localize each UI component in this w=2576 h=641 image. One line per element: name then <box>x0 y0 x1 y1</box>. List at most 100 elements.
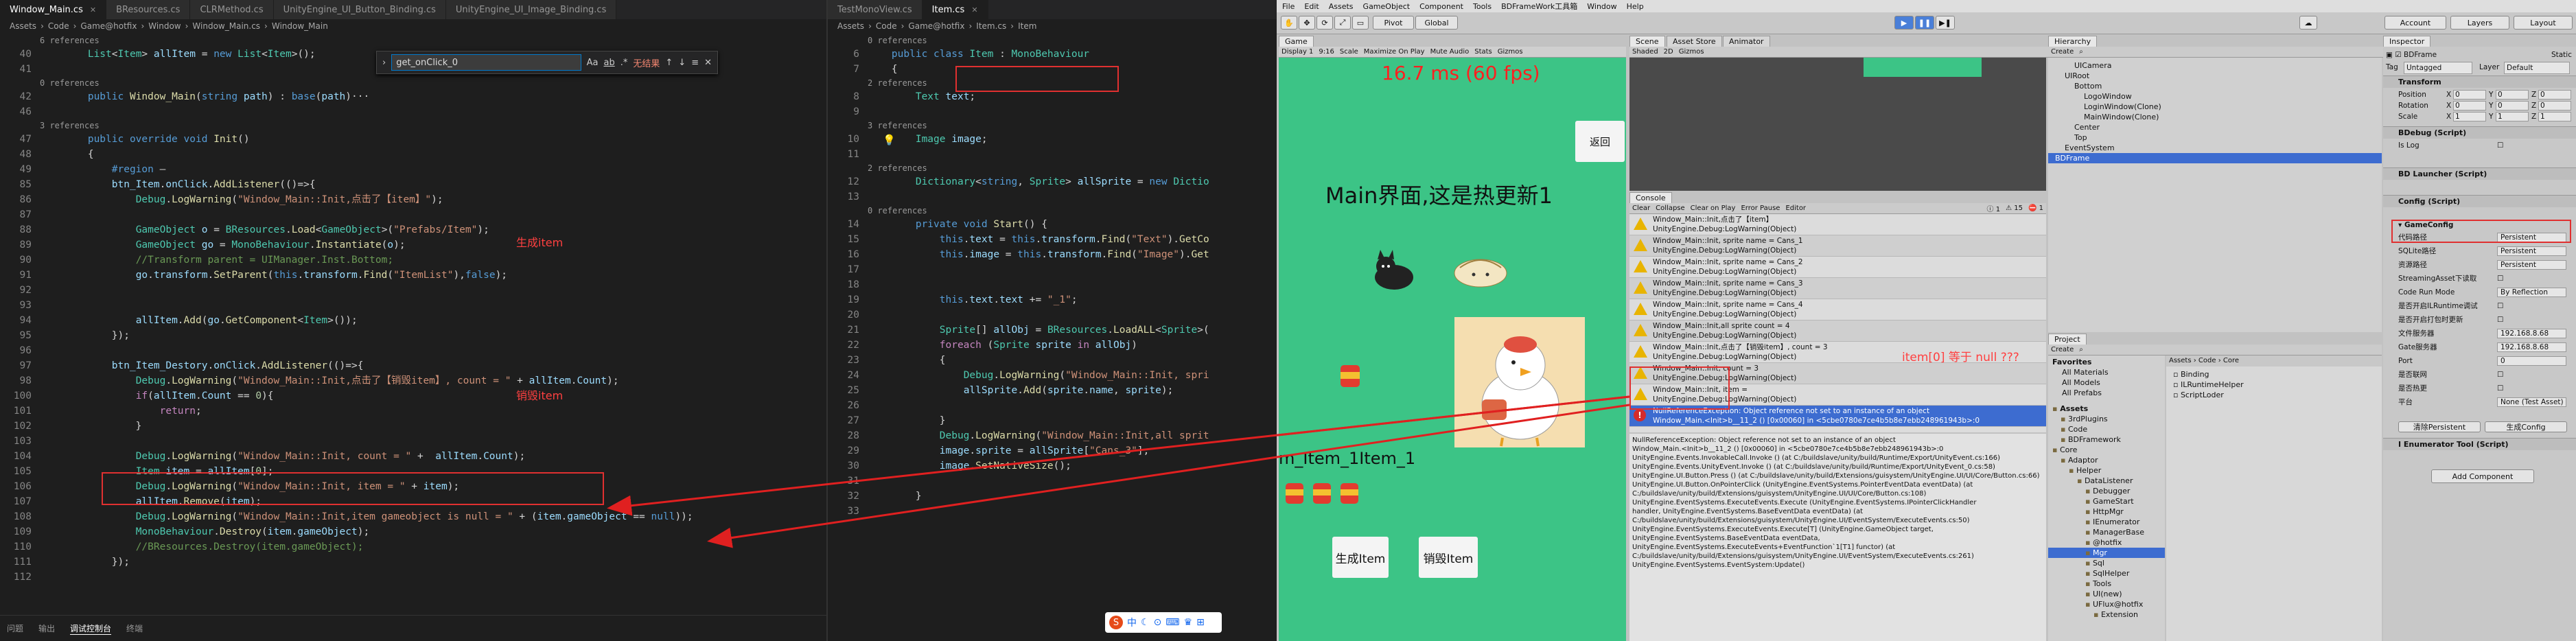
project-file[interactable]: ▫ Binding <box>2173 369 2382 380</box>
rotate-tool-icon[interactable]: ⟳ <box>1316 16 1333 30</box>
menu-item[interactable]: BDFrameWork工具箱 <box>1501 1 1577 12</box>
transform-rotation-value[interactable]: 0 <box>2453 101 2486 110</box>
game-header-item[interactable]: 9:16 <box>1319 48 1334 56</box>
codelens-hint[interactable]: 3 references <box>0 119 817 132</box>
favorite-item[interactable]: All Prefabs <box>2048 388 2165 398</box>
menu-item[interactable]: Assets <box>1329 2 1354 11</box>
project-file[interactable]: ▫ ScriptLoder <box>2173 390 2382 400</box>
bd-launcher-component[interactable]: BD Launcher (Script) <box>2383 167 2576 180</box>
project-folder[interactable]: ▪ Debugger <box>2048 486 2165 496</box>
menu-item[interactable]: Tools <box>1473 2 1492 11</box>
global-button[interactable]: Global <box>1415 16 1458 30</box>
project-folder[interactable]: ▪ BDFramework <box>2048 434 2165 445</box>
layout-dropdown[interactable]: Layout <box>2514 16 2573 30</box>
project-folder[interactable]: ▪ Mgr <box>2048 548 2165 558</box>
close-icon[interactable]: ✕ <box>90 5 96 14</box>
transform-position-value[interactable]: 0 <box>2538 90 2571 100</box>
project-folder[interactable]: ▪ DataListener <box>2048 476 2165 486</box>
project-folder[interactable]: ▪ ManagerBase <box>2048 527 2165 537</box>
scene-header-item[interactable]: Gizmos <box>1679 48 1704 56</box>
project-folder[interactable]: ▪ @hotfix <box>2048 537 2165 548</box>
console-toolbar-button[interactable]: Clear <box>1632 205 1650 212</box>
codelens-hint[interactable]: 6 references <box>0 34 817 47</box>
breadcrumb-item[interactable]: Code <box>876 21 897 31</box>
warning-icon[interactable]: ⚠ 15 <box>2006 205 2023 212</box>
selection-icon[interactable]: ≡ <box>691 58 699 68</box>
hierarchy-item[interactable]: UIRoot <box>2048 71 2382 81</box>
hierarchy-item[interactable]: Top <box>2048 132 2382 143</box>
is-log-checkbox[interactable]: ☐ <box>2497 140 2503 151</box>
generate-config-button[interactable]: 生成Config <box>2485 421 2567 432</box>
codelens-hint[interactable]: 0 references <box>0 77 817 89</box>
console-row[interactable]: Window_Main::Init,all sprite count = 4 Un… <box>1629 320 2046 342</box>
console-row[interactable]: Window_Main::Init, sprite name = Cans_2 U… <box>1629 257 2046 278</box>
error-icon[interactable]: ⛔ 1 <box>2028 205 2043 212</box>
breadcrumb-item[interactable]: Code <box>48 21 69 31</box>
layers-dropdown[interactable]: Layers <box>2450 16 2509 30</box>
config-value[interactable]: By Reflection <box>2497 288 2566 297</box>
account-dropdown[interactable]: Account <box>2384 16 2446 30</box>
clear-persistent-button[interactable]: 清除Persistent <box>2398 421 2481 432</box>
scale-tool-icon[interactable]: ⤢ <box>1334 16 1351 30</box>
menu-item[interactable]: File <box>1282 2 1295 11</box>
arrow-up-icon[interactable]: ↑ <box>665 58 673 68</box>
config-value[interactable]: 0 <box>2497 356 2566 366</box>
static-toggle[interactable]: Static <box>2551 49 2572 60</box>
codelens-hint[interactable]: 0 references <box>828 34 1277 47</box>
project-create-button[interactable]: Create <box>2051 346 2074 353</box>
editor-tab[interactable]: UnityEngine_UI_Button_Binding.cs <box>273 0 446 19</box>
project-folder[interactable]: ▪ Helper <box>2048 465 2165 476</box>
editor-tab[interactable]: CLRMethod.cs <box>190 0 274 19</box>
play-icon[interactable]: ▶ <box>1894 16 1914 30</box>
console-toolbar-button[interactable]: Collapse <box>1656 205 1685 212</box>
project-folder[interactable]: ▪ UI(new) <box>2048 589 2165 599</box>
breadcrumb-item[interactable]: Item.cs <box>976 21 1006 31</box>
transform-scale-value[interactable]: 1 <box>2496 112 2529 121</box>
editor-tab[interactable]: UnityEngine_UI_Image_Binding.cs <box>445 0 617 19</box>
ienumerator-tool-component[interactable]: I Enumerator Tool (Script) <box>2383 438 2576 450</box>
close-icon[interactable]: ✕ <box>971 5 977 14</box>
panel-tab[interactable]: 输出 <box>38 622 55 634</box>
config-value[interactable]: None (Test Asset) <box>2497 397 2566 407</box>
whole-word-toggle[interactable]: ab <box>604 58 615 68</box>
tab-asset-store[interactable]: Asset Store <box>1667 36 1722 47</box>
hierarchy-item[interactable]: LogoWindow <box>2048 91 2382 102</box>
hierarchy-item[interactable]: BDFrame <box>2048 153 2382 163</box>
project-path-item[interactable]: Code <box>2198 357 2216 364</box>
project-folder[interactable]: ▪ GameStart <box>2048 496 2165 506</box>
editor-tab[interactable]: Item.cs ✕ <box>922 0 988 19</box>
hierarchy-item[interactable]: UICamera <box>2048 60 2382 71</box>
project-folder[interactable]: ▪ UFlux@hotfix <box>2048 599 2165 609</box>
layer-dropdown[interactable]: Default <box>2504 62 2570 74</box>
project-folder[interactable]: ▪ Sql <box>2048 558 2165 568</box>
project-folder[interactable]: ▪ SqlHelper <box>2048 568 2165 579</box>
object-name[interactable]: BDFrame <box>2404 51 2437 59</box>
project-folder[interactable]: ▪ Adaptor <box>2048 455 2165 465</box>
project-files-pane[interactable]: Assets › Code › Core ▫ Binding ▫ ILRuntim… <box>2166 356 2382 641</box>
chevron-right-icon[interactable]: › <box>382 58 386 68</box>
destroy-item-button[interactable]: 销毁Item <box>1419 537 1478 578</box>
transform-scale-value[interactable]: 1 <box>2453 112 2486 121</box>
keyboard-icon[interactable]: ⌨ <box>1165 617 1179 628</box>
config-checkbox[interactable]: ☐ <box>2497 383 2503 394</box>
game-view[interactable]: 16.7 ms (60 fps) 返回 Main界面,这是热更新1 m_Item… <box>1279 47 1626 641</box>
menu-item[interactable]: GameObject <box>1363 2 1411 11</box>
transform-position-value[interactable]: 0 <box>2453 90 2486 100</box>
transform-scale-value[interactable]: 1 <box>2538 112 2571 121</box>
info-icon[interactable]: ⓘ 1 <box>1987 203 2001 213</box>
breadcrumb-item[interactable]: Assets <box>837 21 864 31</box>
mic-icon[interactable]: ⊙ <box>1154 617 1162 628</box>
project-file[interactable]: ▫ ILRuntimeHelper <box>2173 380 2382 390</box>
ime-toolbar[interactable]: S 中 ☾ ⊙ ⌨ ♛ ⊞ <box>1105 612 1222 633</box>
project-folder[interactable]: ▪ IEnumerator <box>2048 517 2165 527</box>
bdebug-component[interactable]: BDebug (Script) <box>2383 126 2576 139</box>
config-checkbox[interactable]: ☐ <box>2497 273 2503 284</box>
project-folder[interactable]: ▪ HttpMgr <box>2048 506 2165 517</box>
editor-tab[interactable]: Window_Main.cs ✕ <box>0 0 107 19</box>
console-toolbar-button[interactable]: Error Pause <box>1741 205 1780 212</box>
panel-tab[interactable]: 终端 <box>126 622 143 634</box>
tab-scene[interactable]: Scene <box>1629 36 1665 47</box>
hand-tool-icon[interactable]: ✋ <box>1281 16 1297 30</box>
console-row[interactable]: Window_Main::Init, sprite name = Cans_4 U… <box>1629 299 2046 320</box>
favorite-item[interactable]: All Models <box>2048 377 2165 388</box>
